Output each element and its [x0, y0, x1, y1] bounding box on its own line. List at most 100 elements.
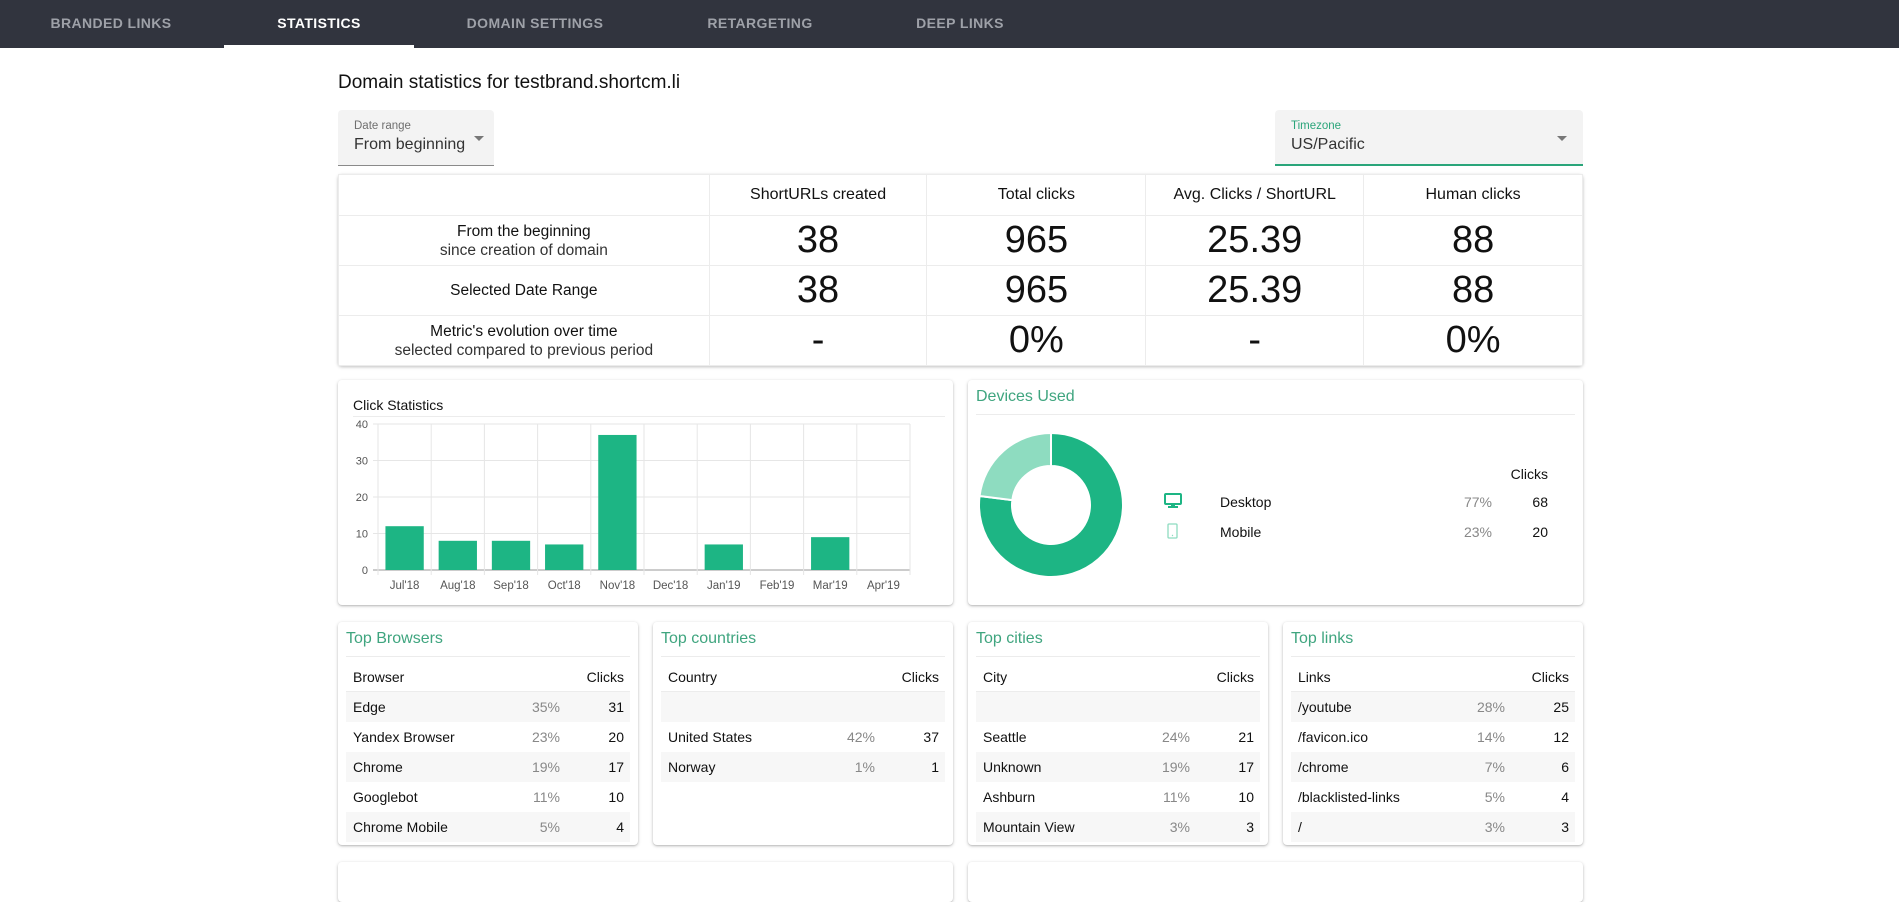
row-clicks: 3 [1561, 819, 1569, 835]
row-title: From the beginning [457, 222, 591, 240]
y-tick-label: 40 [356, 419, 368, 431]
summary-header-shorturls: ShortURLs created [708, 174, 928, 216]
row-percent: 19% [1161, 759, 1190, 775]
summary-value: 88 [1363, 265, 1583, 316]
table-header: Country Clicks [661, 658, 945, 692]
row-name: Edge [353, 699, 386, 715]
date-range-select[interactable]: Date range From beginning [338, 110, 494, 166]
table-row: /favicon.ico 14% 12 [1291, 722, 1575, 752]
table-row: Chrome 19% 17 [346, 752, 630, 782]
timezone-value: US/Pacific [1291, 136, 1365, 153]
bar-Oct'18 [545, 544, 584, 570]
summary-row: Metric's evolution over time selected co… [338, 315, 1583, 366]
links-table-body: /youtube 28% 25 /favicon.ico 14% 12 /chrome 7… [1291, 692, 1575, 842]
column-header-clicks: Clicks [586, 669, 624, 685]
table-row: / 3% 3 [1291, 812, 1575, 842]
column-header-browser: Browser [353, 669, 405, 685]
summary-header-empty [338, 174, 710, 216]
device-name: Desktop [1220, 494, 1272, 510]
row-percent: 28% [1476, 699, 1505, 715]
summary-value: 0% [926, 315, 1147, 366]
devices-donut-chart [978, 431, 1124, 578]
row-clicks: 21 [1238, 729, 1254, 745]
table-row: Ashburn 11% 10 [976, 782, 1260, 812]
table-row: Chrome Mobile 5% 4 [346, 812, 630, 842]
summary-value: 88 [1363, 215, 1583, 266]
summary-row: Selected Date Range 38 965 25.39 88 [338, 265, 1583, 316]
table-row: Googlebot 11% 10 [346, 782, 630, 812]
device-percent: 23% [1463, 524, 1492, 540]
column-header-city: City [983, 669, 1008, 685]
y-tick-label: 20 [356, 492, 368, 504]
top-countries-title: Top countries [661, 630, 757, 647]
mobile-icon [1167, 523, 1179, 542]
row-percent: 19% [531, 759, 560, 775]
click-bar-chart: 0 10 20 30 40 Jul'18 Aug'18 Sep'18 Oct'18 Nov'18 D… [356, 419, 911, 592]
tab-deep-links[interactable]: DEEP LINKS [900, 0, 1020, 48]
row-percent: 23% [531, 729, 560, 745]
row-percent: 14% [1476, 729, 1505, 745]
donut-slice-mobile [978, 431, 1052, 502]
tab-statistics[interactable]: STATISTICS [224, 0, 414, 48]
row-name: /youtube [1298, 699, 1352, 715]
timezone-select[interactable]: Timezone US/Pacific [1275, 110, 1583, 166]
devices-table: Clicks Desktop 77% 68 Mobile 23% 20 [1164, 466, 1564, 550]
row-name: Chrome Mobile [353, 819, 448, 835]
x-tick-label: Aug'18 [440, 580, 475, 592]
row-name: Googlebot [353, 789, 418, 805]
card-divider [346, 656, 630, 657]
row-percent: 7% [1484, 759, 1505, 775]
summary-value: - [708, 315, 928, 366]
row-percent: 35% [531, 699, 560, 715]
summary-table: ShortURLs created Total clicks Avg. Clic… [338, 174, 1583, 366]
row-name: Ashburn [983, 789, 1036, 805]
table-row: /chrome 7% 6 [1291, 752, 1575, 782]
x-tick-label: Mar'19 [813, 580, 848, 592]
top-navigation: BRANDED LINKS STATISTICS DOMAIN SETTINGS… [0, 0, 1899, 48]
row-clicks: 1 [931, 759, 939, 775]
top-links-title: Top links [1291, 630, 1354, 647]
summary-row-label: From the beginning since creation of dom… [338, 215, 710, 266]
device-clicks: 68 [1532, 494, 1548, 510]
table-row: United States 42% 37 [661, 722, 945, 752]
click-statistics-card: Click Statistics 0 10 20 30 40 Jul'18 Aug'18 Se… [338, 380, 953, 605]
row-percent: 5% [1484, 789, 1505, 805]
column-header-clicks: Clicks [901, 669, 939, 685]
y-tick-label: 30 [356, 456, 368, 468]
row-name: /blacklisted-links [1298, 789, 1400, 805]
row-clicks: 20 [608, 729, 624, 745]
top-browsers-card: Top Browsers Browser Clicks Edge 35% 31 Ya… [338, 622, 638, 845]
chevron-down-icon [474, 136, 484, 141]
summary-value: 38 [708, 215, 928, 266]
row-name: Yandex Browser [353, 729, 455, 745]
summary-value: 38 [708, 265, 928, 316]
bar-Jul'18 [385, 526, 424, 570]
column-header-clicks: Clicks [1531, 669, 1569, 685]
row-percent: 11% [533, 789, 560, 805]
row-clicks: 12 [1553, 729, 1569, 745]
table-row: Unknown 19% 17 [976, 752, 1260, 782]
summary-value: 965 [926, 265, 1147, 316]
y-tick-label: 0 [362, 565, 368, 577]
chevron-down-icon [1557, 136, 1567, 141]
device-percent: 77% [1463, 494, 1492, 510]
x-tick-label: Oct'18 [548, 580, 581, 592]
summary-header-total-clicks: Total clicks [926, 174, 1147, 216]
browsers-table-body: Edge 35% 31 Yandex Browser 23% 20 Chrome 19% 1… [346, 692, 630, 842]
tab-branded-links[interactable]: BRANDED LINKS [30, 0, 192, 48]
table-row [661, 692, 945, 722]
summary-row-label: Metric's evolution over time selected co… [338, 315, 710, 366]
clicks-header: Clicks [1510, 466, 1548, 482]
bar-Mar'19 [811, 537, 850, 570]
row-percent: 3% [1484, 819, 1505, 835]
y-tick-label: 10 [356, 529, 368, 541]
column-header-country: Country [668, 669, 718, 685]
tab-domain-settings[interactable]: DOMAIN SETTINGS [448, 0, 622, 48]
tab-retargeting[interactable]: RETARGETING [690, 0, 830, 48]
row-subtitle: since creation of domain [439, 241, 608, 259]
row-clicks: 3 [1246, 819, 1254, 835]
device-row: Mobile 23% 20 [1164, 520, 1564, 550]
x-tick-label: Apr'19 [867, 580, 900, 592]
row-name: /favicon.ico [1298, 729, 1369, 745]
table-row: Mountain View 3% 3 [976, 812, 1260, 842]
